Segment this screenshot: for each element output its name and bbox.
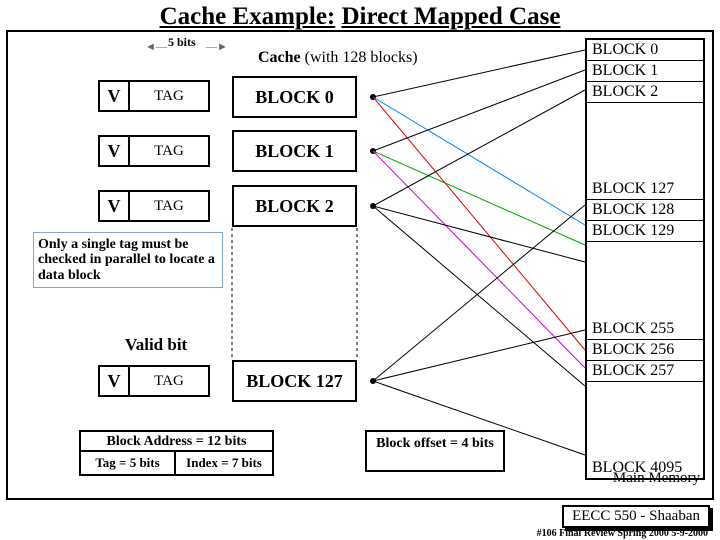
cache-row-0: V TAG xyxy=(98,80,210,112)
cache-heading-bold: Cache xyxy=(258,49,301,66)
cache-row-1: V TAG xyxy=(98,135,210,167)
mem-block: BLOCK 0 xyxy=(587,40,703,61)
valid-bit-label: Valid bit xyxy=(125,335,187,355)
cache-block-0: BLOCK 0 xyxy=(232,76,357,118)
main-memory-label: Main Memory xyxy=(613,470,700,487)
slide-meta-footer: #106 Final Review Spring 2000 5-9-2000 xyxy=(537,528,708,539)
cache-row-127: V TAG xyxy=(98,365,210,397)
tag-cell: TAG xyxy=(130,365,210,397)
title-part-b: Direct Mapped Case xyxy=(341,3,560,30)
index-bits-box: Index = 7 bits xyxy=(176,452,274,476)
mem-block: BLOCK 257 xyxy=(587,361,703,382)
valid-cell: V xyxy=(98,365,130,397)
cache-block-127: BLOCK 127 xyxy=(232,360,357,402)
tag-cell: TAG xyxy=(130,135,210,167)
arrow-right-icon: —► xyxy=(206,41,228,53)
arrow-left-icon: ◄— xyxy=(145,41,167,53)
valid-cell: V xyxy=(98,190,130,222)
title-part-a: Cache Example: xyxy=(160,3,336,30)
mem-block: BLOCK 127 xyxy=(587,179,703,200)
cache-heading-rest: (with 128 blocks) xyxy=(301,49,418,66)
block-offset-box: Block offset = 4 bits xyxy=(365,430,505,472)
cache-block-2: BLOCK 2 xyxy=(232,185,357,227)
block-address-box: Block Address = 12 bits xyxy=(79,430,274,452)
mem-gap xyxy=(587,382,703,458)
mem-gap xyxy=(587,242,703,318)
mem-block: BLOCK 2 xyxy=(587,82,703,103)
valid-cell: V xyxy=(98,80,130,112)
cache-row-2: V TAG xyxy=(98,190,210,222)
mem-gap xyxy=(587,103,703,179)
cache-block-1: BLOCK 1 xyxy=(232,130,357,172)
slide-title: Cache Example: Direct Mapped Case xyxy=(0,3,720,31)
tag-width-label: 5 bits xyxy=(168,35,196,50)
mem-block: BLOCK 256 xyxy=(587,340,703,361)
tag-bits-box: Tag = 5 bits xyxy=(79,452,176,476)
tag-cell: TAG xyxy=(130,190,210,222)
valid-cell: V xyxy=(98,135,130,167)
mem-block: BLOCK 128 xyxy=(587,200,703,221)
mem-block: BLOCK 1 xyxy=(587,61,703,82)
cache-heading: Cache (with 128 blocks) xyxy=(258,49,418,67)
main-memory-column: BLOCK 0 BLOCK 1 BLOCK 2 BLOCK 127 BLOCK … xyxy=(585,38,705,480)
mem-block: BLOCK 255 xyxy=(587,319,703,340)
tag-cell: TAG xyxy=(130,80,210,112)
mem-block: BLOCK 129 xyxy=(587,221,703,242)
callout-note: Only a single tag must be checked in par… xyxy=(33,232,223,288)
course-footer: EECC 550 - Shaaban xyxy=(562,505,710,528)
